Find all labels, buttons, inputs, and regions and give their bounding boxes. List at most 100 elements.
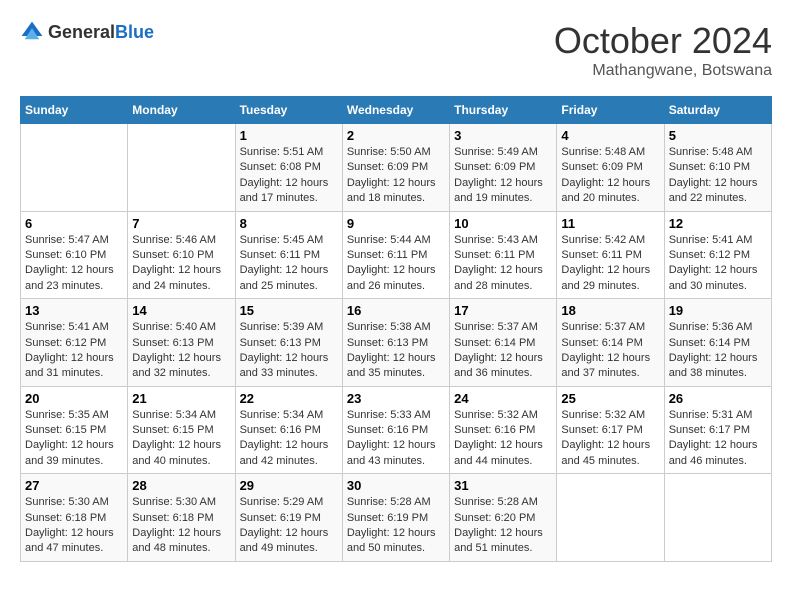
day-info: Sunrise: 5:32 AMSunset: 6:16 PMDaylight:… xyxy=(454,408,552,470)
day-info: Sunrise: 5:43 AMSunset: 6:11 PMDaylight:… xyxy=(454,233,552,295)
day-number: 26 xyxy=(669,391,767,406)
calendar-day-cell: 3Sunrise: 5:49 AMSunset: 6:09 PMDaylight… xyxy=(450,124,557,212)
logo: GeneralBlue xyxy=(20,20,154,44)
calendar-day-cell: 31 Sunrise: 5:28 AMSunset: 6:20 PMDayligh… xyxy=(450,474,557,562)
day-info: Sunrise: 5:51 AMSunset: 6:08 PMDaylight:… xyxy=(240,145,338,207)
day-info: Sunrise: 5:46 AMSunset: 6:10 PMDaylight:… xyxy=(132,233,230,295)
day-number: 4 xyxy=(561,128,659,143)
calendar-day-cell: 18 Sunrise: 5:37 AMSunset: 6:14 PMDayligh… xyxy=(557,299,664,387)
calendar-title: October 2024 xyxy=(554,20,772,62)
day-info: Sunrise: 5:47 AMSunset: 6:10 PMDaylight:… xyxy=(25,233,123,295)
day-info: Sunrise: 5:28 AMSunset: 6:20 PMDaylight:… xyxy=(454,495,552,557)
day-number: 22 xyxy=(240,391,338,406)
day-number: 31 xyxy=(454,478,552,493)
calendar-day-cell: 30Sunrise: 5:28 AMSunset: 6:19 PMDayligh… xyxy=(342,474,449,562)
day-info: Sunrise: 5:28 AMSunset: 6:19 PMDaylight:… xyxy=(347,495,445,557)
calendar-day-cell: 17Sunrise: 5:37 AMSunset: 6:14 PMDayligh… xyxy=(450,299,557,387)
logo-blue-text: Blue xyxy=(115,22,154,42)
calendar-day-cell: 28 Sunrise: 5:30 AMSunset: 6:18 PMDayligh… xyxy=(128,474,235,562)
day-number: 10 xyxy=(454,216,552,231)
day-number: 1 xyxy=(240,128,338,143)
day-number: 19 xyxy=(669,303,767,318)
day-info: Sunrise: 5:32 AMSunset: 6:17 PMDaylight:… xyxy=(561,408,659,470)
calendar-day-cell: 27 Sunrise: 5:30 AMSunset: 6:18 PMDayligh… xyxy=(21,474,128,562)
calendar-day-cell xyxy=(128,124,235,212)
calendar-day-cell: 21Sunrise: 5:34 AMSunset: 6:15 PMDayligh… xyxy=(128,386,235,474)
calendar-day-cell: 15 Sunrise: 5:39 AMSunset: 6:13 PMDayligh… xyxy=(235,299,342,387)
calendar-table: SundayMondayTuesdayWednesdayThursdayFrid… xyxy=(20,96,772,562)
day-number: 6 xyxy=(25,216,123,231)
day-info: Sunrise: 5:50 AMSunset: 6:09 PMDaylight:… xyxy=(347,145,445,207)
day-info: Sunrise: 5:37 AMSunset: 6:14 PMDaylight:… xyxy=(561,320,659,382)
calendar-day-cell: 8 Sunrise: 5:45 AMSunset: 6:11 PMDaylight… xyxy=(235,211,342,299)
day-number: 11 xyxy=(561,216,659,231)
day-info: Sunrise: 5:48 AMSunset: 6:10 PMDaylight:… xyxy=(669,145,767,207)
calendar-week-row: 20Sunrise: 5:35 AMSunset: 6:15 PMDayligh… xyxy=(21,386,772,474)
calendar-day-cell: 14Sunrise: 5:40 AMSunset: 6:13 PMDayligh… xyxy=(128,299,235,387)
day-info: Sunrise: 5:29 AMSunset: 6:19 PMDaylight:… xyxy=(240,495,338,557)
day-info: Sunrise: 5:31 AMSunset: 6:17 PMDaylight:… xyxy=(669,408,767,470)
calendar-day-cell: 2 Sunrise: 5:50 AMSunset: 6:09 PMDaylight… xyxy=(342,124,449,212)
day-info: Sunrise: 5:34 AMSunset: 6:16 PMDaylight:… xyxy=(240,408,338,470)
calendar-day-cell xyxy=(21,124,128,212)
calendar-week-row: 1 Sunrise: 5:51 AMSunset: 6:08 PMDaylight… xyxy=(21,124,772,212)
weekday-header-cell: Monday xyxy=(128,97,235,124)
day-number: 27 xyxy=(25,478,123,493)
day-number: 21 xyxy=(132,391,230,406)
weekday-header-cell: Thursday xyxy=(450,97,557,124)
day-number: 17 xyxy=(454,303,552,318)
calendar-day-cell: 24 Sunrise: 5:32 AMSunset: 6:16 PMDayligh… xyxy=(450,386,557,474)
day-info: Sunrise: 5:39 AMSunset: 6:13 PMDaylight:… xyxy=(240,320,338,382)
day-number: 7 xyxy=(132,216,230,231)
calendar-day-cell: 19 Sunrise: 5:36 AMSunset: 6:14 PMDayligh… xyxy=(664,299,771,387)
day-number: 29 xyxy=(240,478,338,493)
calendar-day-cell: 6 Sunrise: 5:47 AMSunset: 6:10 PMDaylight… xyxy=(21,211,128,299)
day-number: 2 xyxy=(347,128,445,143)
calendar-day-cell: 16 Sunrise: 5:38 AMSunset: 6:13 PMDayligh… xyxy=(342,299,449,387)
day-info: Sunrise: 5:48 AMSunset: 6:09 PMDaylight:… xyxy=(561,145,659,207)
calendar-day-cell: 12Sunrise: 5:41 AMSunset: 6:12 PMDayligh… xyxy=(664,211,771,299)
day-info: Sunrise: 5:44 AMSunset: 6:11 PMDaylight:… xyxy=(347,233,445,295)
calendar-location: Mathangwane, Botswana xyxy=(554,62,772,80)
day-number: 5 xyxy=(669,128,767,143)
day-number: 23 xyxy=(347,391,445,406)
day-info: Sunrise: 5:38 AMSunset: 6:13 PMDaylight:… xyxy=(347,320,445,382)
calendar-body: 1 Sunrise: 5:51 AMSunset: 6:08 PMDaylight… xyxy=(21,124,772,562)
calendar-week-row: 27 Sunrise: 5:30 AMSunset: 6:18 PMDayligh… xyxy=(21,474,772,562)
weekday-header-row: SundayMondayTuesdayWednesdayThursdayFrid… xyxy=(21,97,772,124)
calendar-week-row: 6 Sunrise: 5:47 AMSunset: 6:10 PMDaylight… xyxy=(21,211,772,299)
calendar-week-row: 13Sunrise: 5:41 AMSunset: 6:12 PMDayligh… xyxy=(21,299,772,387)
day-number: 8 xyxy=(240,216,338,231)
day-number: 9 xyxy=(347,216,445,231)
weekday-header-cell: Tuesday xyxy=(235,97,342,124)
calendar-day-cell: 23 Sunrise: 5:33 AMSunset: 6:16 PMDayligh… xyxy=(342,386,449,474)
day-info: Sunrise: 5:36 AMSunset: 6:14 PMDaylight:… xyxy=(669,320,767,382)
calendar-day-cell xyxy=(664,474,771,562)
calendar-day-cell: 29 Sunrise: 5:29 AMSunset: 6:19 PMDayligh… xyxy=(235,474,342,562)
day-info: Sunrise: 5:49 AMSunset: 6:09 PMDaylight:… xyxy=(454,145,552,207)
day-number: 18 xyxy=(561,303,659,318)
day-number: 28 xyxy=(132,478,230,493)
day-number: 15 xyxy=(240,303,338,318)
calendar-day-cell: 26 Sunrise: 5:31 AMSunset: 6:17 PMDayligh… xyxy=(664,386,771,474)
calendar-day-cell: 5 Sunrise: 5:48 AMSunset: 6:10 PMDaylight… xyxy=(664,124,771,212)
day-info: Sunrise: 5:30 AMSunset: 6:18 PMDaylight:… xyxy=(132,495,230,557)
day-info: Sunrise: 5:40 AMSunset: 6:13 PMDaylight:… xyxy=(132,320,230,382)
day-number: 20 xyxy=(25,391,123,406)
calendar-day-cell: 25Sunrise: 5:32 AMSunset: 6:17 PMDayligh… xyxy=(557,386,664,474)
calendar-day-cell xyxy=(557,474,664,562)
day-info: Sunrise: 5:33 AMSunset: 6:16 PMDaylight:… xyxy=(347,408,445,470)
calendar-day-cell: 7 Sunrise: 5:46 AMSunset: 6:10 PMDaylight… xyxy=(128,211,235,299)
day-info: Sunrise: 5:41 AMSunset: 6:12 PMDaylight:… xyxy=(669,233,767,295)
page-header: GeneralBlue October 2024 Mathangwane, Bo… xyxy=(20,20,772,80)
day-number: 24 xyxy=(454,391,552,406)
weekday-header-cell: Friday xyxy=(557,97,664,124)
day-number: 16 xyxy=(347,303,445,318)
title-block: October 2024 Mathangwane, Botswana xyxy=(554,20,772,80)
day-info: Sunrise: 5:42 AMSunset: 6:11 PMDaylight:… xyxy=(561,233,659,295)
day-info: Sunrise: 5:45 AMSunset: 6:11 PMDaylight:… xyxy=(240,233,338,295)
day-info: Sunrise: 5:30 AMSunset: 6:18 PMDaylight:… xyxy=(25,495,123,557)
day-info: Sunrise: 5:41 AMSunset: 6:12 PMDaylight:… xyxy=(25,320,123,382)
calendar-day-cell: 1 Sunrise: 5:51 AMSunset: 6:08 PMDaylight… xyxy=(235,124,342,212)
calendar-day-cell: 9 Sunrise: 5:44 AMSunset: 6:11 PMDaylight… xyxy=(342,211,449,299)
